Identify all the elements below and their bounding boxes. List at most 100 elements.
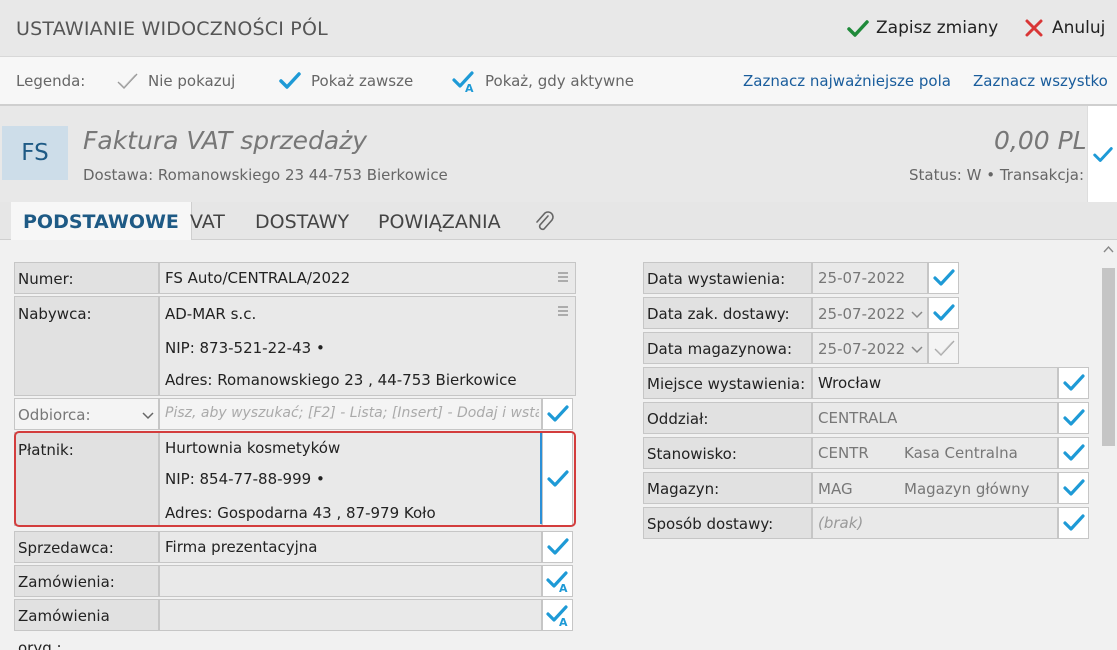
data-zak-dostawy-field[interactable]: 25-07-2022 xyxy=(812,297,928,329)
data-wystawienia-field[interactable]: 25-07-2022 xyxy=(812,262,928,294)
odbiorca-select[interactable]: Odbiorca: xyxy=(14,398,159,430)
check-active-icon: A xyxy=(452,71,474,93)
select-all-link[interactable]: Zaznacz wszystko xyxy=(973,72,1108,90)
nabywca-nip: NIP: 873-521-22-43 • xyxy=(165,339,325,357)
sprzedawca-field[interactable]: Firma prezentacyjna xyxy=(159,531,542,563)
svg-text:A: A xyxy=(559,582,568,593)
zamowienia-oryg-field[interactable] xyxy=(159,599,542,631)
nabywca-label: Nabywca: xyxy=(14,296,159,396)
check-icon xyxy=(1092,147,1113,162)
data-magazynowa-visibility-toggle[interactable] xyxy=(928,332,959,364)
title-bar: USTAWIANIE WIDOCZNOŚCI PÓL Zapisz zmiany… xyxy=(0,0,1117,56)
data-zak-dostawy-value: 25-07-2022 xyxy=(818,305,906,323)
chevron-down-icon xyxy=(142,412,154,420)
document-status: Status: W • Transakcja: xyxy=(909,166,1085,184)
check-outline-icon xyxy=(117,73,138,90)
close-icon xyxy=(1025,19,1043,37)
check-icon xyxy=(1062,409,1085,426)
zamowienia-oryg-visibility-toggle[interactable]: A xyxy=(542,599,573,631)
platnik-highlight xyxy=(14,431,576,527)
magazyn-code: MAG xyxy=(818,480,853,498)
tab-powiazania[interactable]: POWIĄZANIA xyxy=(366,202,513,240)
tab-bar: PODSTAWOWE VAT DOSTAWY POWIĄZANIA xyxy=(0,202,1117,240)
tab-podstawowe[interactable]: PODSTAWOWE xyxy=(11,202,192,240)
check-icon xyxy=(847,20,869,37)
check-icon xyxy=(932,304,955,321)
zamowienia-label: Zamówienia: xyxy=(14,565,159,597)
save-button[interactable]: Zapisz zmiany xyxy=(846,15,998,41)
chevron-down-icon[interactable] xyxy=(911,309,923,319)
sposob-dostawy-visibility-toggle[interactable] xyxy=(1058,507,1089,539)
legend-item-active: Pokaż, gdy aktywne xyxy=(485,72,635,90)
check-icon xyxy=(1062,444,1085,461)
stanowisko-label: Stanowisko: xyxy=(643,437,812,469)
odbiorca-visibility-toggle[interactable] xyxy=(542,398,573,430)
document-amount: 0,00 PL xyxy=(994,126,1087,155)
stanowisko-code: CENTR xyxy=(818,444,869,462)
numer-value: FS Auto/CENTRALA/2022 xyxy=(165,269,351,287)
chevron-down-icon[interactable] xyxy=(911,344,923,354)
miejsce-wystawienia-visibility-toggle[interactable] xyxy=(1058,367,1089,399)
odbiorca-search-input[interactable]: Pisz, aby wyszukać; [F2] - Lista; [Inser… xyxy=(159,398,542,430)
magazyn-name: Magazyn główny xyxy=(904,480,1030,498)
scrollbar-thumb[interactable] xyxy=(1102,268,1115,446)
legend-bar: Legenda: Nie pokazuj Pokaż zawsze A Poka… xyxy=(0,56,1117,104)
nabywca-address: Adres: Romanowskiego 23 , 44-753 Bierkow… xyxy=(165,371,517,389)
document-type-badge: FS xyxy=(2,126,68,180)
sposob-dostawy-field[interactable]: (brak) xyxy=(812,507,1058,539)
stanowisko-name: Kasa Centralna xyxy=(904,444,1018,462)
magazyn-visibility-toggle[interactable] xyxy=(1058,472,1089,504)
numer-label: Numer: xyxy=(14,262,159,294)
data-zak-dostawy-label: Data zak. dostawy: xyxy=(643,297,812,329)
data-magazynowa-value: 25-07-2022 xyxy=(818,340,906,358)
legend-label: Legenda: xyxy=(16,72,86,90)
data-wystawienia-value: 25-07-2022 xyxy=(818,269,906,287)
miejsce-wystawienia-label: Miejsce wystawienia: xyxy=(643,367,812,399)
data-magazynowa-field[interactable]: 25-07-2022 xyxy=(812,332,928,364)
paperclip-icon[interactable] xyxy=(532,210,556,234)
zamowienia-oryg-label: Zamówienia oryg.: xyxy=(14,599,159,650)
select-important-link[interactable]: Zaznacz najważniejsze pola xyxy=(743,72,951,90)
miejsce-wystawienia-value: Wrocław xyxy=(818,374,882,392)
sprzedawca-visibility-toggle[interactable] xyxy=(542,531,573,563)
tab-vat[interactable]: VAT xyxy=(178,202,237,240)
sposob-dostawy-label: Sposób dostawy: xyxy=(643,507,812,539)
menu-icon[interactable] xyxy=(557,271,569,283)
window-title: USTAWIANIE WIDOCZNOŚCI PÓL xyxy=(16,18,328,40)
nabywca-name: AD-MAR s.c. xyxy=(165,305,257,323)
document-title: Faktura VAT sprzedaży xyxy=(83,126,368,155)
data-wystawienia-visibility-toggle[interactable] xyxy=(928,262,959,294)
oddzial-value: CENTRALA xyxy=(818,409,898,427)
sprzedawca-value: Firma prezentacyjna xyxy=(165,538,318,556)
sprzedawca-label: Sprzedawca: xyxy=(14,531,159,563)
stanowisko-visibility-toggle[interactable] xyxy=(1058,437,1089,469)
vertical-scrollbar[interactable] xyxy=(1100,240,1117,650)
data-magazynowa-label: Data magazynowa: xyxy=(643,332,812,364)
miejsce-wystawienia-field[interactable]: Wrocław xyxy=(812,367,1058,399)
stanowisko-field[interactable]: CENTR Kasa Centralna xyxy=(812,437,1058,469)
zamowienia-visibility-toggle[interactable]: A xyxy=(542,565,573,597)
check-icon xyxy=(546,538,569,555)
svg-text:A: A xyxy=(559,616,568,627)
check-icon xyxy=(1062,374,1085,391)
numer-field[interactable]: FS Auto/CENTRALA/2022 xyxy=(159,262,576,294)
scroll-up-icon[interactable] xyxy=(1103,244,1114,254)
data-zak-dostawy-visibility-toggle[interactable] xyxy=(928,297,959,329)
cancel-button[interactable]: Anuluj xyxy=(1022,15,1105,41)
check-icon xyxy=(546,405,569,422)
header-visibility-toggle[interactable] xyxy=(1087,106,1117,204)
nabywca-field[interactable]: AD-MAR s.c. NIP: 873-521-22-43 • Adres: … xyxy=(159,296,576,396)
oddzial-label: Oddział: xyxy=(643,402,812,434)
menu-icon[interactable] xyxy=(557,305,569,317)
data-wystawienia-label: Data wystawienia: xyxy=(643,262,812,294)
document-header: FS Faktura VAT sprzedaży Dostawa: Romano… xyxy=(0,104,1117,204)
magazyn-field[interactable]: MAG Magazyn główny xyxy=(812,472,1058,504)
oddzial-field[interactable]: CENTRALA xyxy=(812,402,1058,434)
tab-dostawy[interactable]: DOSTAWY xyxy=(243,202,361,240)
zamowienia-field[interactable] xyxy=(159,565,542,597)
oddzial-visibility-toggle[interactable] xyxy=(1058,402,1089,434)
save-button-label: Zapisz zmiany xyxy=(876,18,999,38)
odbiorca-placeholder: Pisz, aby wyszukać; [F2] - Lista; [Inser… xyxy=(165,405,539,421)
document-delivery: Dostawa: Romanowskiego 23 44-753 Bierkow… xyxy=(83,166,448,184)
check-icon xyxy=(1062,479,1085,496)
